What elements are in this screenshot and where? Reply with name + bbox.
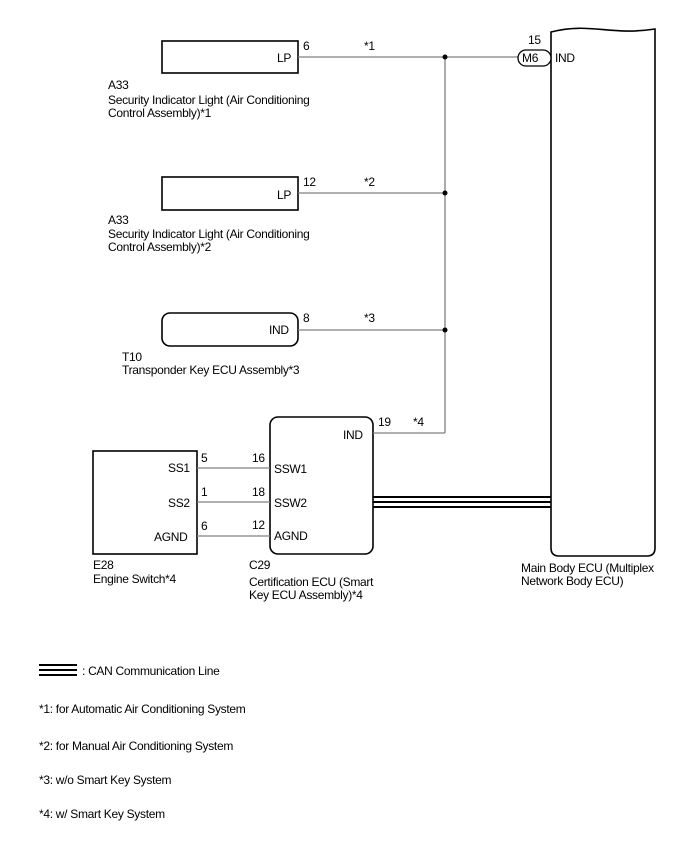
wiring-diagram (39, 27, 656, 676)
legend-note-1: *1: for Automatic Air Conditioning Syste… (39, 702, 246, 716)
e28-terminal-agnd: AGND (154, 530, 188, 544)
e28-terminal-ss1: SS1 (168, 461, 190, 475)
m6-connector-label: M6 (522, 51, 539, 65)
junction-dot (442, 54, 448, 60)
c29-code: C29 (249, 558, 271, 572)
main-body-ecu-terminal: IND (555, 51, 575, 65)
a33-auto-wire-note: *1 (364, 39, 375, 53)
legend-note-3: *3: w/o Smart Key System (39, 773, 172, 787)
legend-can-symbol (39, 664, 77, 676)
e28-name: Engine Switch*4 (93, 572, 176, 586)
main-body-ecu-pin: 15 (528, 33, 541, 47)
c29-pin-ssw1: 16 (252, 451, 265, 465)
a33-auto-name-line2: Control Assembly)*1 (108, 106, 212, 120)
c29-ind-wire-note: *4 (413, 415, 424, 429)
main-body-ecu-name-line1: Main Body ECU (Multiplex (521, 561, 654, 575)
main-body-ecu-box (550, 27, 656, 557)
e28-terminal-ss2: SS2 (168, 496, 190, 510)
junction-dot (442, 190, 448, 196)
a33-auto-name-line1: Security Indicator Light (Air Conditioni… (108, 93, 310, 107)
a33-manual-name-line1: Security Indicator Light (Air Conditioni… (108, 227, 310, 241)
a33-manual-code: A33 (108, 213, 129, 227)
a33-auto-pin: 6 (303, 39, 310, 53)
c29-ind-terminal: IND (343, 428, 363, 442)
a33-manual-pin: 12 (303, 175, 316, 189)
e28-pin-agnd: 6 (201, 519, 208, 533)
c29-terminal-agnd: AGND (274, 529, 308, 543)
e28-pin-ss1: 5 (201, 451, 208, 465)
c29-name-line1: Certification ECU (Smart (249, 575, 374, 589)
main-body-ecu-name-line2: Network Body ECU) (521, 574, 624, 588)
a33-manual-wire-note: *2 (364, 175, 375, 189)
junction-dot (442, 327, 448, 333)
c29-name-line2: Key ECU Assembly)*4 (249, 588, 363, 602)
t10-name: Transponder Key ECU Assembly*3 (122, 363, 300, 377)
c29-terminal-ssw1: SSW1 (274, 462, 307, 476)
t10-code: T10 (122, 350, 142, 364)
legend-can-label: : CAN Communication Line (82, 664, 220, 678)
t10-terminal: IND (269, 323, 289, 337)
c29-ind-pin: 19 (378, 415, 391, 429)
c29-pin-agnd: 12 (252, 518, 265, 532)
t10-wire-note: *3 (364, 311, 375, 325)
can-communication-line (373, 496, 551, 508)
legend-note-2: *2: for Manual Air Conditioning System (39, 739, 234, 753)
c29-terminal-ssw2: SSW2 (274, 496, 307, 510)
t10-pin: 8 (303, 311, 310, 325)
a33-auto-code: A33 (108, 78, 129, 92)
a33-manual-name-line2: Control Assembly)*2 (108, 240, 212, 254)
a33-auto-terminal: LP (277, 51, 292, 65)
e28-pin-ss2: 1 (201, 485, 208, 499)
e28-code: E28 (93, 558, 114, 572)
legend-note-4: *4: w/ Smart Key System (39, 807, 165, 821)
a33-manual-terminal: LP (277, 188, 292, 202)
c29-pin-ssw2: 18 (252, 485, 265, 499)
